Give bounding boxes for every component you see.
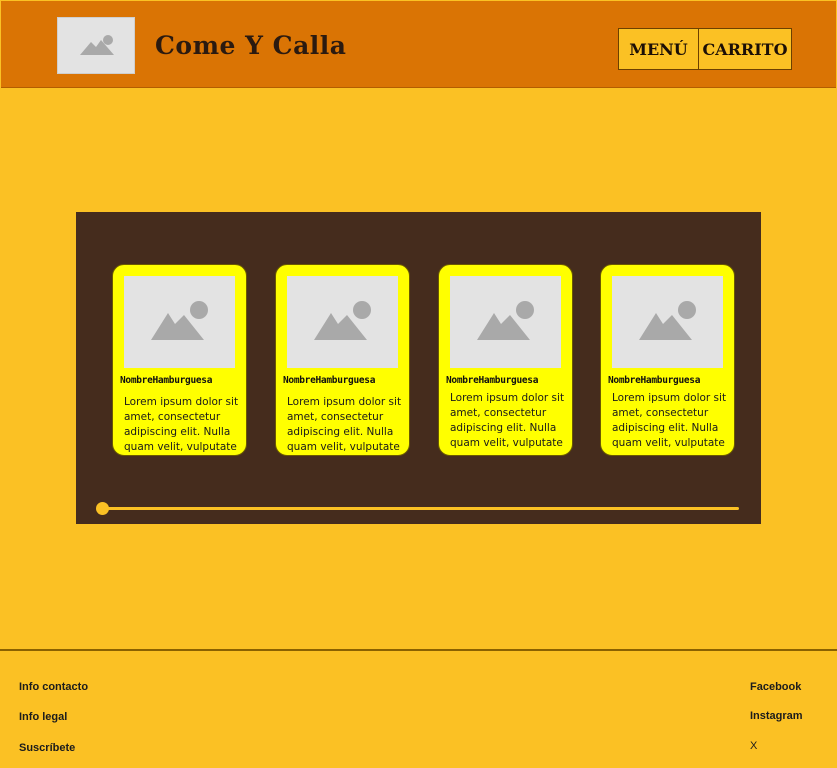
menu-button[interactable]: MENÚ	[619, 29, 699, 69]
slider-track[interactable]	[102, 507, 739, 510]
footer-link-instagram[interactable]: Instagram	[750, 710, 803, 722]
main-nav: MENÚ CARRITO	[618, 28, 792, 70]
product-description: Lorem ipsum dolor sit amet, consectetur …	[450, 392, 565, 449]
product-description: Lorem ipsum dolor sit amet, consectetur …	[124, 396, 239, 453]
carousel-slider[interactable]	[96, 502, 741, 515]
product-card[interactable]: NombreHamburguesa Lorem ipsum dolor sit …	[438, 264, 573, 456]
product-image	[287, 276, 398, 368]
product-image	[612, 276, 723, 368]
footer-link-subscribe[interactable]: Suscríbete	[19, 742, 75, 754]
footer-link-x[interactable]: X	[750, 740, 757, 752]
footer-link-contact[interactable]: Info contacto	[19, 681, 88, 693]
cart-button[interactable]: CARRITO	[699, 29, 791, 69]
product-carousel: NombreHamburguesa Lorem ipsum dolor sit …	[76, 212, 761, 524]
site-footer: Info contacto Info legal Suscríbete Face…	[0, 649, 837, 768]
image-placeholder-icon	[314, 301, 371, 340]
image-placeholder-icon	[80, 35, 114, 55]
product-description: Lorem ipsum dolor sit amet, consectetur …	[612, 392, 727, 449]
product-title: NombreHamburguesa	[283, 375, 376, 386]
image-placeholder-icon	[151, 301, 208, 340]
image-placeholder-icon	[477, 301, 534, 340]
site-header: Come Y Calla MENÚ CARRITO	[1, 1, 836, 88]
slider-thumb[interactable]	[96, 502, 109, 515]
product-card[interactable]: NombreHamburguesa Lorem ipsum dolor sit …	[600, 264, 735, 456]
footer-link-legal[interactable]: Info legal	[19, 711, 67, 723]
product-card[interactable]: NombreHamburguesa Lorem ipsum dolor sit …	[275, 264, 410, 456]
product-image	[124, 276, 235, 368]
footer-link-facebook[interactable]: Facebook	[750, 681, 801, 693]
product-title: NombreHamburguesa	[120, 375, 213, 386]
product-title: NombreHamburguesa	[446, 375, 539, 386]
image-placeholder-icon	[639, 301, 696, 340]
logo[interactable]	[57, 17, 135, 74]
product-description: Lorem ipsum dolor sit amet, consectetur …	[287, 396, 402, 453]
product-image	[450, 276, 561, 368]
brand-name[interactable]: Come Y Calla	[155, 31, 346, 60]
product-title: NombreHamburguesa	[608, 375, 701, 386]
product-card[interactable]: NombreHamburguesa Lorem ipsum dolor sit …	[112, 264, 247, 456]
